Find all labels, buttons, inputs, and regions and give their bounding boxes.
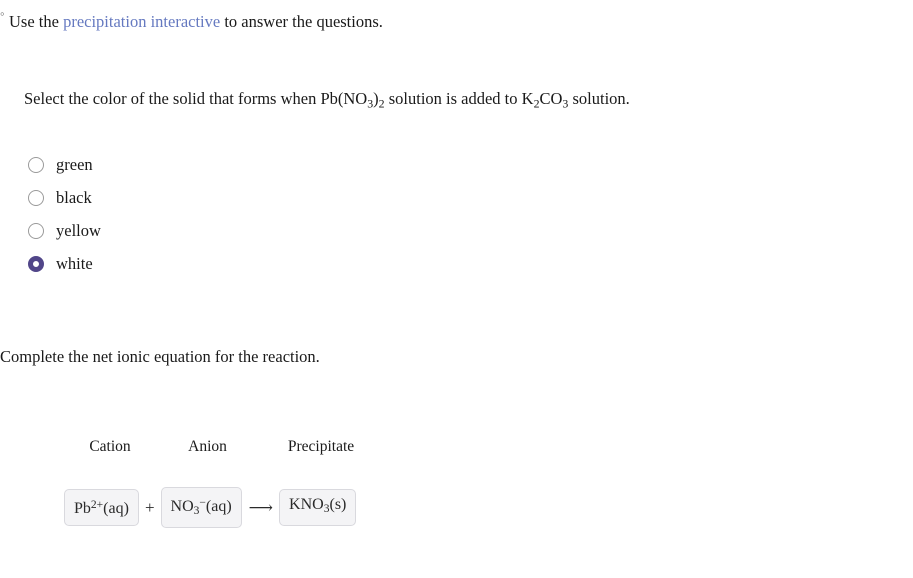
option-row-green[interactable]: green <box>28 148 101 181</box>
precipitate-state: (s) <box>329 495 347 513</box>
column-header-precipitate: Precipitate <box>287 438 355 455</box>
radio-button-black[interactable] <box>28 189 44 206</box>
q1-text-part-1: Select the color of the solid that forms… <box>24 89 368 108</box>
question-2-prompt: Complete the net ionic equation for the … <box>0 347 320 366</box>
column-header-cation: Cation <box>89 438 131 455</box>
net-ionic-equation-row: Pb2+(aq) + NO3−(aq) ⟶ KNO3(s) <box>64 487 357 529</box>
radio-button-white[interactable] <box>28 255 44 272</box>
option-row-black[interactable]: black <box>28 181 101 214</box>
radio-button-green[interactable] <box>28 156 44 173</box>
anion-formula: NO <box>170 497 194 515</box>
option-label-black: black <box>56 187 92 207</box>
answer-options-group: green black yellow white <box>28 148 101 280</box>
option-row-yellow[interactable]: yellow <box>28 214 101 247</box>
bullet-marker-icon: ◦ <box>0 6 5 21</box>
precipitation-interactive-link[interactable]: precipitation interactive <box>63 12 220 31</box>
q1-text-part-4: CO <box>539 89 563 108</box>
reaction-arrow-icon: ⟶ <box>248 497 273 517</box>
option-label-green: green <box>56 154 93 174</box>
intro-text-before-link: Use the <box>9 12 64 31</box>
plus-operator: + <box>144 497 155 517</box>
cation-formula: Pb <box>74 499 91 517</box>
option-label-white: white <box>56 253 93 273</box>
radio-button-yellow[interactable] <box>28 222 44 239</box>
cation-dropdown[interactable]: Pb2+(aq) <box>64 489 139 526</box>
cation-charge: 2+ <box>90 499 104 512</box>
precipitate-dropdown[interactable]: KNO3(s) <box>279 488 357 527</box>
option-label-yellow: yellow <box>56 220 101 240</box>
intro-text-after-link: to answer the questions. <box>220 12 383 31</box>
anion-state: (aq) <box>205 497 232 515</box>
intro-instruction: ◦ Use the precipitation interactive to an… <box>0 3 383 33</box>
cation-state: (aq) <box>103 499 129 517</box>
question-1-prompt: Select the color of the solid that forms… <box>24 88 630 114</box>
precipitate-formula: KNO <box>289 495 324 513</box>
q1-text-part-5: solution. <box>568 89 630 108</box>
option-row-white[interactable]: white <box>28 247 101 280</box>
equation-column-headers: Cation Anion Precipitate <box>64 438 375 456</box>
anion-dropdown[interactable]: NO3−(aq) <box>160 487 242 529</box>
column-header-anion: Anion <box>188 438 227 455</box>
q1-text-part-3: solution is added to K <box>384 89 534 108</box>
